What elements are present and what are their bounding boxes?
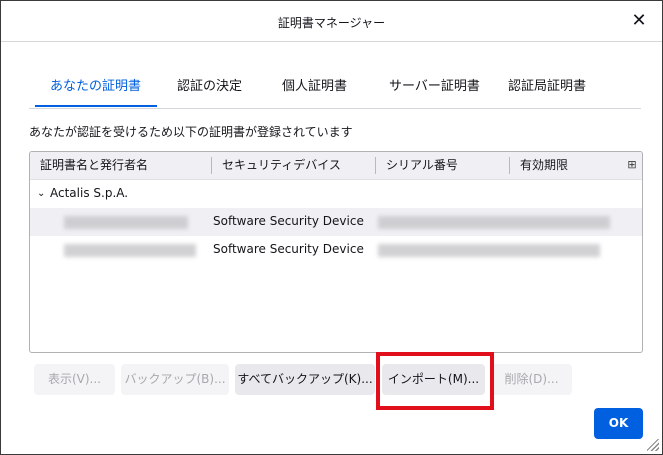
redacted-certificate-name	[64, 216, 188, 229]
tab-people[interactable]: 個人証明書	[282, 68, 347, 106]
tree-header: 証明書名と発行者名 セキュリティデバイス シリアル番号 有効期限 ⊞	[30, 152, 642, 180]
device-cell: Software Security Device	[213, 214, 364, 228]
certificate-manager-dialog: 証明書マネージャー ✕ あなたの証明書 認証の決定 個人証明書 サーバー証明書 …	[0, 0, 663, 455]
table-row[interactable]: Software Security Device	[30, 236, 642, 264]
delete-button[interactable]: 削除(D)...	[491, 364, 572, 395]
column-header-device[interactable]: セキュリティデバイス	[222, 152, 341, 179]
tab-your-certificates[interactable]: あなたの証明書	[50, 68, 141, 106]
column-separator[interactable]	[375, 157, 376, 174]
import-highlight-box	[376, 352, 494, 410]
table-row[interactable]: Software Security Device	[30, 208, 642, 236]
description-text: あなたが認証を受けるため以下の証明書が登録されています	[29, 125, 353, 139]
backup-button[interactable]: バックアップ(B)...	[121, 364, 229, 395]
column-header-serial[interactable]: シリアル番号	[386, 152, 458, 179]
column-separator[interactable]	[211, 157, 212, 174]
tab-servers[interactable]: サーバー証明書	[389, 68, 480, 106]
column-picker-icon[interactable]: ⊞	[625, 156, 639, 174]
title-bar: 証明書マネージャー ✕	[1, 1, 662, 42]
ok-button[interactable]: OK	[594, 408, 643, 439]
group-label: Actalis S.p.A.	[50, 186, 129, 200]
backup-all-button[interactable]: すべてバックアップ(K)...	[235, 364, 375, 395]
column-separator[interactable]	[509, 157, 510, 174]
dialog-title: 証明書マネージャー	[277, 16, 386, 30]
chevron-down-icon[interactable]: ⌄	[37, 187, 47, 201]
redacted-certificate-name	[64, 244, 196, 257]
certificate-tree[interactable]: 証明書名と発行者名 セキュリティデバイス シリアル番号 有効期限 ⊞ ⌄ Act…	[29, 151, 643, 353]
resize-grip-icon[interactable]	[647, 439, 659, 451]
tab-authentication-decisions[interactable]: 認証の決定	[177, 68, 242, 106]
device-cell: Software Security Device	[213, 242, 364, 256]
tree-group-row[interactable]: ⌄ Actalis S.p.A.	[30, 180, 642, 208]
tab-bar: あなたの証明書 認証の決定 個人証明書 サーバー証明書 認証局証明書	[29, 68, 641, 109]
column-header-name[interactable]: 証明書名と発行者名	[40, 152, 148, 179]
close-icon[interactable]: ✕	[628, 10, 650, 32]
redacted-serial-number	[378, 216, 610, 229]
redacted-serial-number	[378, 244, 600, 257]
column-header-expiry[interactable]: 有効期限	[520, 152, 568, 179]
tab-authorities[interactable]: 認証局証明書	[508, 68, 586, 106]
active-tab-indicator	[35, 105, 157, 107]
view-button[interactable]: 表示(V)...	[34, 364, 115, 395]
